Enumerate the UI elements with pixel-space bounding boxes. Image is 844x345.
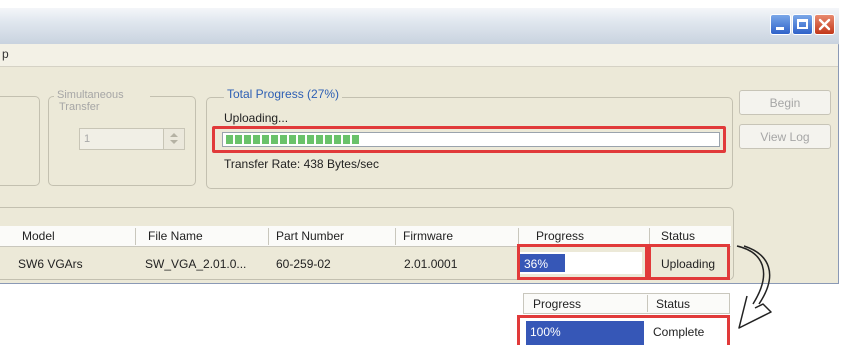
view-log-button[interactable]: View Log — [739, 124, 831, 149]
header-separator[interactable] — [135, 228, 136, 245]
header-separator[interactable] — [518, 228, 519, 245]
begin-button[interactable]: Begin — [739, 90, 831, 115]
column-header-firmware[interactable]: Firmware — [403, 229, 453, 243]
left-settings-group — [0, 96, 40, 186]
maximize-button[interactable] — [792, 14, 813, 35]
cell-firmware: 2.01.0001 — [404, 257, 458, 271]
minimize-button[interactable] — [770, 14, 791, 35]
cell-model: SW6 VGArs — [18, 257, 83, 271]
close-icon — [818, 18, 831, 31]
title-bar[interactable] — [0, 8, 839, 45]
minimize-icon — [776, 27, 784, 30]
upload-status-text: Uploading... — [224, 111, 289, 125]
cell-part-number: 60-259-02 — [276, 257, 331, 271]
callout-header-separator — [647, 295, 648, 312]
maximize-icon — [797, 19, 808, 29]
curved-arrow-icon — [736, 245, 772, 329]
column-header-model[interactable]: Model — [22, 229, 55, 243]
legend-line-1: Simultaneous — [57, 89, 124, 101]
simultaneous-transfer-value: 1 — [84, 133, 91, 145]
header-separator[interactable] — [649, 228, 650, 245]
header-separator[interactable] — [395, 228, 396, 245]
callout-column-status: Status — [656, 297, 691, 311]
cell-file-name: SW_VGA_2.01.0... — [145, 257, 247, 271]
column-header-file-name[interactable]: File Name — [148, 229, 203, 243]
column-header-status[interactable]: Status — [661, 229, 695, 243]
progress-bar-highlight — [212, 126, 726, 153]
close-button[interactable] — [814, 14, 835, 35]
transfer-rate-text: Transfer Rate: 438 Bytes/sec — [224, 157, 379, 171]
menu-item-fragment[interactable]: p — [2, 47, 9, 61]
callout-highlight — [517, 315, 730, 345]
spin-down-icon[interactable] — [170, 140, 178, 144]
callout-column-progress: Progress — [533, 297, 582, 311]
total-progress-legend: Total Progress (27%) — [224, 88, 343, 100]
status-cell-highlight — [648, 244, 730, 280]
spinner-buttons[interactable] — [163, 129, 184, 149]
spin-up-icon[interactable] — [170, 133, 178, 137]
progress-cell-highlight — [517, 244, 648, 280]
simultaneous-transfer-legend: Simultaneous Transfer — [54, 89, 150, 113]
column-header-progress[interactable]: Progress — [536, 229, 584, 243]
header-separator[interactable] — [268, 228, 269, 245]
column-header-part-number[interactable]: Part Number — [276, 229, 344, 243]
legend-line-2: Transfer — [59, 101, 100, 113]
menu-bar — [0, 44, 838, 67]
